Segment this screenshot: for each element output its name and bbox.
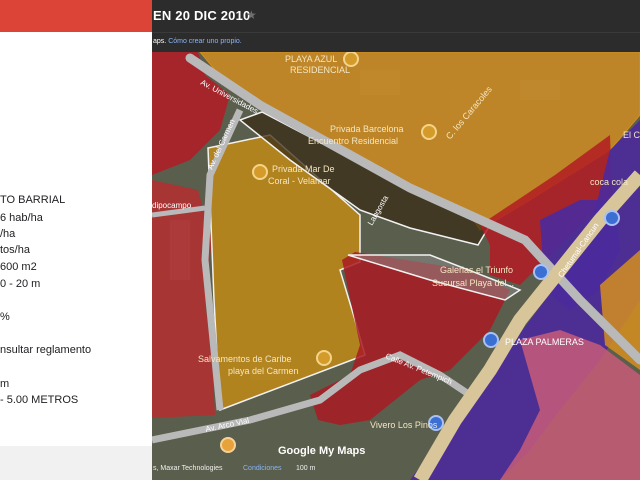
- poi-marker-restaurant[interactable]: [220, 437, 236, 453]
- feature-detail-panel: TO BARRIAL 6 hab/ha /ha tos/ha 600 m2 0 …: [0, 32, 152, 446]
- poi-marker-coca-cola[interactable]: [604, 210, 620, 226]
- poi-marker-playa-azul[interactable]: [343, 52, 359, 67]
- property-value: %: [0, 311, 10, 323]
- map-label: Sucursal Playa del...: [432, 278, 514, 288]
- google-my-maps-logo: Google My Maps: [278, 445, 366, 457]
- map-title: EN 20 DIC 2010: [153, 8, 251, 23]
- poi-marker-salvamentos[interactable]: [316, 350, 332, 366]
- map-label: Vivero Los Pinos: [370, 420, 438, 430]
- map-label: Coral - Velamar: [268, 176, 331, 186]
- property-value: /ha: [0, 228, 16, 240]
- property-value: m: [0, 378, 10, 390]
- map-label: PLAZA PALMERAS: [505, 337, 584, 347]
- map-label: PLAYA AZUL: [285, 54, 337, 64]
- map-label: playa del Carmen: [228, 366, 299, 376]
- street-label: dipocampo: [152, 201, 192, 210]
- property-value: 600 m2: [0, 261, 37, 273]
- map-attribution: s, Maxar Technologies: [153, 465, 223, 472]
- property-value: nsultar reglamento: [0, 344, 92, 356]
- map-label: Privada Mar De: [272, 164, 335, 174]
- info-text-label: aps.: [153, 38, 167, 45]
- map-label: Galerias el Triunfo: [440, 265, 513, 275]
- poi-marker-privada-mar[interactable]: [252, 164, 268, 180]
- map-label: El C: [623, 130, 640, 140]
- poi-marker-galerias[interactable]: [533, 264, 549, 280]
- map-label: RESIDENCIAL: [290, 65, 350, 75]
- scale-label: 100 m: [296, 465, 316, 472]
- map-label: Encuentro Residencial: [308, 136, 398, 146]
- info-text: aps. Cómo crear uno propio.: [153, 38, 242, 45]
- property-value: tos/ha: [0, 244, 30, 256]
- panel-header-red: [0, 0, 152, 32]
- property-value: TO BARRIAL: [0, 194, 66, 206]
- poi-marker-privada-barcelona[interactable]: [421, 124, 437, 140]
- create-own-link[interactable]: Cómo crear uno propio.: [168, 38, 242, 45]
- map-label: Salvamentos de Caribe: [198, 354, 292, 364]
- panel-footer: [0, 446, 152, 480]
- terms-link[interactable]: Condiciones: [243, 465, 282, 472]
- property-value: 6 hab/ha: [0, 212, 43, 224]
- map-canvas[interactable]: PLAYA AZUL RESIDENCIAL Privada Barcelona…: [152, 52, 640, 480]
- map-label: coca cola: [590, 177, 628, 187]
- map-label: Privada Barcelona: [330, 124, 404, 134]
- poi-marker-plaza-palmeras[interactable]: [483, 332, 499, 348]
- property-value: 0 - 20 m: [0, 278, 41, 290]
- property-value: - 5.00 METROS: [0, 394, 79, 406]
- map-svg[interactable]: PLAYA AZUL RESIDENCIAL Privada Barcelona…: [152, 52, 640, 480]
- star-icon[interactable]: ★: [246, 8, 257, 22]
